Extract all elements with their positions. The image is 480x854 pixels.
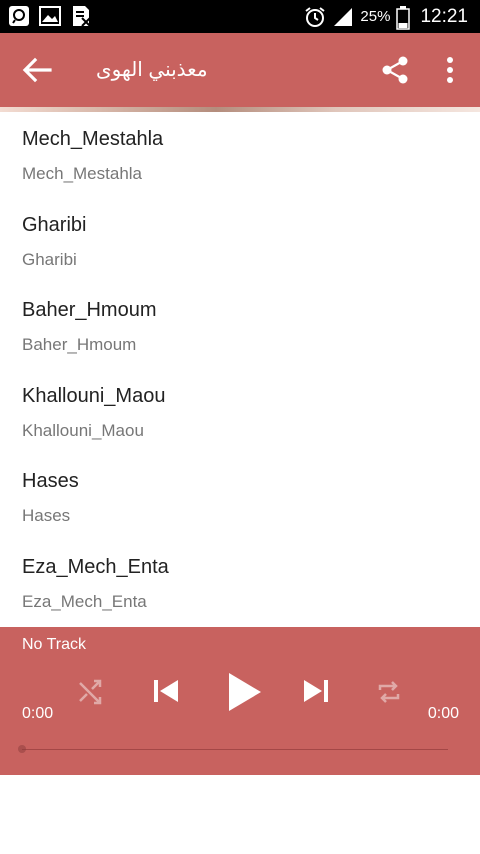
list-item[interactable]: Mech_Mestahla Mech_Mestahla <box>0 112 480 198</box>
track-title: Hases <box>22 470 79 492</box>
image-notification-icon <box>39 5 61 27</box>
list-item[interactable]: Hases Hases <box>0 454 480 540</box>
skip-next-icon <box>304 680 328 702</box>
blocked-sd-icon <box>70 5 92 27</box>
list-item[interactable]: Baher_Hmoum Baher_Hmoum <box>0 283 480 369</box>
more-vert-icon <box>447 57 453 83</box>
track-subtitle: Mech_Mestahla <box>22 164 143 183</box>
previous-button[interactable] <box>150 675 182 707</box>
battery-icon <box>396 5 411 30</box>
app-notification-icon <box>8 5 30 27</box>
share-icon <box>382 56 408 84</box>
seek-thumb[interactable] <box>18 745 26 753</box>
play-button[interactable] <box>225 671 263 713</box>
repeat-icon <box>378 681 400 703</box>
play-icon <box>229 673 261 711</box>
next-button[interactable] <box>300 675 332 707</box>
total-time: 0:00 <box>427 705 459 722</box>
clock: 12:21 <box>420 5 468 27</box>
track-list: Mech_Mestahla Mech_Mestahla Gharibi Ghar… <box>0 112 480 625</box>
player-panel: No Track 0:00 0:00 <box>0 627 480 775</box>
track-title: Baher_Hmoum <box>22 299 157 321</box>
share-button[interactable] <box>380 55 410 85</box>
list-item[interactable]: Eza_Mech_Enta Eza_Mech_Enta <box>0 540 480 626</box>
track-subtitle: Baher_Hmoum <box>22 335 137 354</box>
more-options-button[interactable] <box>440 55 460 85</box>
page-title: معذبني الهوى <box>96 59 208 81</box>
alarm-icon <box>304 6 326 28</box>
repeat-button[interactable] <box>374 677 404 707</box>
battery-percent: 25% <box>360 8 391 25</box>
seek-bar[interactable] <box>22 749 448 750</box>
track-title: Eza_Mech_Enta <box>22 555 169 578</box>
list-item[interactable]: Gharibi Gharibi <box>0 198 480 284</box>
now-playing-label: No Track <box>22 636 87 653</box>
arrow-back-icon <box>22 57 52 83</box>
track-title: Gharibi <box>22 213 87 236</box>
elapsed-time: 0:00 <box>22 705 54 722</box>
track-subtitle: Khallouni_Maou <box>22 420 144 440</box>
track-subtitle: Eza_Mech_Enta <box>22 591 147 611</box>
list-item[interactable]: Khallouni_Maou Khallouni_Maou <box>0 369 480 455</box>
track-title: Mech_Mestahla <box>22 128 164 150</box>
back-button[interactable] <box>20 55 54 85</box>
app-bar: معذبني الهوى <box>0 33 480 107</box>
status-bar: 25% 12:21 <box>0 0 480 33</box>
track-title: Khallouni_Maou <box>22 384 166 407</box>
skip-previous-icon <box>154 680 178 702</box>
track-subtitle: Gharibi <box>22 249 77 269</box>
track-subtitle: Hases <box>22 506 71 525</box>
signal-icon <box>332 6 354 28</box>
shuffle-icon <box>79 679 102 705</box>
shuffle-button[interactable] <box>76 677 106 707</box>
